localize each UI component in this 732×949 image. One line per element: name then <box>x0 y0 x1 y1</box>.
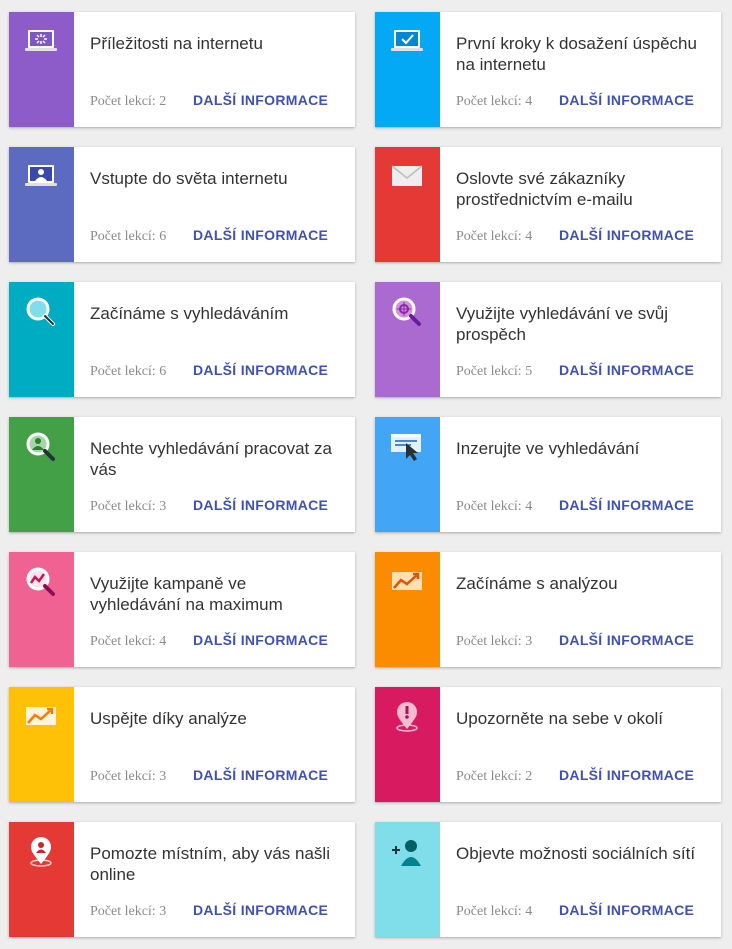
course-card-body: První kroky k dosažení úspěchu na intern… <box>440 12 721 127</box>
more-info-link[interactable]: DALŠÍ INFORMACE <box>193 227 328 243</box>
more-info-link[interactable]: DALŠÍ INFORMACE <box>193 92 328 108</box>
course-card-body: Inzerujte ve vyhledávání Počet lekcí: 4 … <box>440 417 721 532</box>
course-title: Využijte kampaně ve vyhledávání na maxim… <box>90 574 283 614</box>
course-card-body: Využijte kampaně ve vyhledávání na maxim… <box>74 552 355 667</box>
more-info-link[interactable]: DALŠÍ INFORMACE <box>559 92 694 108</box>
more-info-link[interactable]: DALŠÍ INFORMACE <box>193 362 328 378</box>
course-title: Začínáme s analýzou <box>456 574 618 593</box>
course-color-tile <box>375 282 440 397</box>
course-title: Oslovte své zákazníky prostřednictvím e-… <box>456 169 633 209</box>
course-card[interactable]: Objevte možnosti sociálních sítí Počet l… <box>375 822 721 937</box>
lesson-count: Počet lekcí: 3 <box>90 499 167 514</box>
course-color-tile <box>375 822 440 937</box>
more-info-link[interactable]: DALŠÍ INFORMACE <box>559 362 694 378</box>
course-card[interactable]: Uspějte díky analýze Počet lekcí: 3 DALŠ… <box>9 687 355 802</box>
lesson-count: Počet lekcí: 6 <box>90 229 167 244</box>
lesson-count: Počet lekcí: 2 <box>90 94 167 109</box>
course-card[interactable]: Nechte vyhledávání pracovat za vás Počet… <box>9 417 355 532</box>
more-info-link[interactable]: DALŠÍ INFORMACE <box>559 632 694 648</box>
more-info-link[interactable]: DALŠÍ INFORMACE <box>193 767 328 783</box>
course-title: Příležitosti na internetu <box>90 34 263 53</box>
course-title: Začínáme s vyhledáváním <box>90 304 289 323</box>
course-color-tile <box>9 552 74 667</box>
course-card-body: Oslovte své zákazníky prostřednictvím e-… <box>440 147 721 262</box>
course-color-tile <box>375 417 440 532</box>
course-card[interactable]: Oslovte své zákazníky prostřednictvím e-… <box>375 147 721 262</box>
course-title: Využijte vyhledávání ve svůj prospěch <box>456 304 668 344</box>
course-color-tile <box>9 417 74 532</box>
more-info-link[interactable]: DALŠÍ INFORMACE <box>193 902 328 918</box>
course-footer: Počet lekcí: 3 DALŠÍ INFORMACE <box>90 902 347 920</box>
course-color-tile <box>375 552 440 667</box>
lesson-count: Počet lekcí: 3 <box>456 634 533 649</box>
course-card[interactable]: Pomozte místním, aby vás našli online Po… <box>9 822 355 937</box>
lesson-count: Počet lekcí: 3 <box>90 904 167 919</box>
course-card-body: Příležitosti na internetu Počet lekcí: 2… <box>74 12 355 127</box>
course-card[interactable]: Využijte kampaně ve vyhledávání na maxim… <box>9 552 355 667</box>
course-title: Inzerujte ve vyhledávání <box>456 439 640 458</box>
course-color-tile <box>375 147 440 262</box>
more-info-link[interactable]: DALŠÍ INFORMACE <box>559 497 694 513</box>
lesson-count: Počet lekcí: 4 <box>456 229 533 244</box>
course-card[interactable]: Začínáme s analýzou Počet lekcí: 3 DALŠÍ… <box>375 552 721 667</box>
course-card-body: Začínáme s analýzou Počet lekcí: 3 DALŠÍ… <box>440 552 721 667</box>
course-card[interactable]: Příležitosti na internetu Počet lekcí: 2… <box>9 12 355 127</box>
course-card[interactable]: Vstupte do světa internetu Počet lekcí: … <box>9 147 355 262</box>
course-footer: Počet lekcí: 2 DALŠÍ INFORMACE <box>90 92 347 110</box>
course-color-tile <box>375 12 440 127</box>
lesson-count: Počet lekcí: 4 <box>456 94 533 109</box>
course-footer: Počet lekcí: 5 DALŠÍ INFORMACE <box>456 362 713 380</box>
course-card-body: Vstupte do světa internetu Počet lekcí: … <box>74 147 355 262</box>
lesson-count: Počet lekcí: 6 <box>90 364 167 379</box>
course-card-body: Uspějte díky analýze Počet lekcí: 3 DALŠ… <box>74 687 355 802</box>
course-footer: Počet lekcí: 4 DALŠÍ INFORMACE <box>90 632 347 650</box>
lesson-count: Počet lekcí: 2 <box>456 769 533 784</box>
course-footer: Počet lekcí: 2 DALŠÍ INFORMACE <box>456 767 713 785</box>
course-title: První kroky k dosažení úspěchu na intern… <box>456 34 697 74</box>
course-color-tile <box>9 147 74 262</box>
course-color-tile <box>9 822 74 937</box>
course-grid: Příležitosti na internetu Počet lekcí: 2… <box>9 12 721 937</box>
course-card[interactable]: Využijte vyhledávání ve svůj prospěch Po… <box>375 282 721 397</box>
course-card[interactable]: První kroky k dosažení úspěchu na intern… <box>375 12 721 127</box>
course-color-tile <box>9 12 74 127</box>
more-info-link[interactable]: DALŠÍ INFORMACE <box>559 227 694 243</box>
course-color-tile <box>9 282 74 397</box>
course-color-tile <box>375 687 440 802</box>
course-title: Nechte vyhledávání pracovat za vás <box>90 439 332 479</box>
course-title: Objevte možnosti sociálních sítí <box>456 844 696 863</box>
course-card-body: Pomozte místním, aby vás našli online Po… <box>74 822 355 937</box>
course-footer: Počet lekcí: 4 DALŠÍ INFORMACE <box>456 497 713 515</box>
course-card-body: Začínáme s vyhledáváním Počet lekcí: 6 D… <box>74 282 355 397</box>
course-color-tile <box>9 687 74 802</box>
more-info-link[interactable]: DALŠÍ INFORMACE <box>193 632 328 648</box>
course-footer: Počet lekcí: 6 DALŠÍ INFORMACE <box>90 362 347 380</box>
course-footer: Počet lekcí: 3 DALŠÍ INFORMACE <box>90 497 347 515</box>
course-title: Uspějte díky analýze <box>90 709 247 728</box>
lesson-count: Počet lekcí: 4 <box>456 499 533 514</box>
course-title: Pomozte místním, aby vás našli online <box>90 844 330 884</box>
course-footer: Počet lekcí: 6 DALŠÍ INFORMACE <box>90 227 347 245</box>
course-title: Upozorněte na sebe v okolí <box>456 709 663 728</box>
course-card-body: Využijte vyhledávání ve svůj prospěch Po… <box>440 282 721 397</box>
lesson-count: Počet lekcí: 4 <box>456 904 533 919</box>
course-footer: Počet lekcí: 4 DALŠÍ INFORMACE <box>456 92 713 110</box>
course-card-body: Objevte možnosti sociálních sítí Počet l… <box>440 822 721 937</box>
course-card[interactable]: Začínáme s vyhledáváním Počet lekcí: 6 D… <box>9 282 355 397</box>
lesson-count: Počet lekcí: 4 <box>90 634 167 649</box>
course-footer: Počet lekcí: 4 DALŠÍ INFORMACE <box>456 902 713 920</box>
course-title: Vstupte do světa internetu <box>90 169 288 188</box>
course-footer: Počet lekcí: 4 DALŠÍ INFORMACE <box>456 227 713 245</box>
course-card-body: Nechte vyhledávání pracovat za vás Počet… <box>74 417 355 532</box>
more-info-link[interactable]: DALŠÍ INFORMACE <box>559 902 694 918</box>
course-footer: Počet lekcí: 3 DALŠÍ INFORMACE <box>90 767 347 785</box>
lesson-count: Počet lekcí: 5 <box>456 364 533 379</box>
course-footer: Počet lekcí: 3 DALŠÍ INFORMACE <box>456 632 713 650</box>
course-card[interactable]: Upozorněte na sebe v okolí Počet lekcí: … <box>375 687 721 802</box>
course-card-body: Upozorněte na sebe v okolí Počet lekcí: … <box>440 687 721 802</box>
lesson-count: Počet lekcí: 3 <box>90 769 167 784</box>
more-info-link[interactable]: DALŠÍ INFORMACE <box>193 497 328 513</box>
course-card[interactable]: Inzerujte ve vyhledávání Počet lekcí: 4 … <box>375 417 721 532</box>
more-info-link[interactable]: DALŠÍ INFORMACE <box>559 767 694 783</box>
